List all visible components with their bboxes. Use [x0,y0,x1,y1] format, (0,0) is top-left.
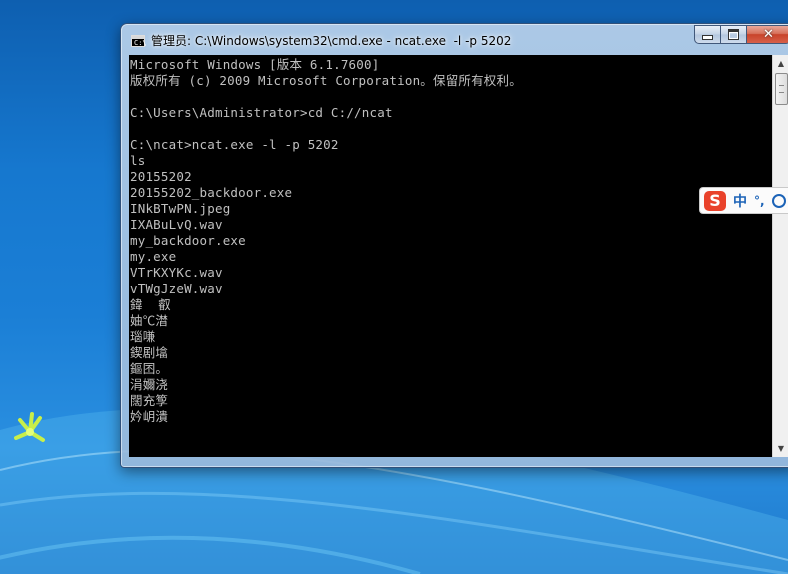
window-title: 管理员: C:\Windows\system32\cmd.exe - ncat.… [151,34,512,48]
console-line: my_backdoor.exe [130,233,246,248]
console-line: 20155202_backdoor.exe [130,185,293,200]
console-line: Microsoft Windows [版本 6.1.7600] [130,57,380,72]
console-line: 鍏 叡 [130,297,171,312]
window-controls: ✕ [694,25,788,45]
console-line: ls [130,153,146,168]
scroll-up-arrow-icon[interactable]: ▲ [773,55,788,72]
console-line: IXABuLvQ.wav [130,217,223,232]
ime-punctuation-toggle[interactable]: °, [754,194,765,208]
console-line: 版权所有 (c) 2009 Microsoft Corporation。保留所有… [130,73,522,88]
smiley-icon[interactable] [771,193,786,208]
scroll-down-arrow-icon[interactable]: ▼ [773,440,788,457]
console-line: 妗岄潰 [130,409,169,424]
minimize-icon [702,35,713,40]
ime-language-toggle[interactable]: 中 [733,191,747,211]
sogou-s-icon[interactable]: S [704,190,726,211]
maximize-button[interactable] [721,25,747,44]
maximize-icon [728,29,739,40]
cmd-icon: C:\ [131,35,147,47]
console-line: 瑙嗛 [130,329,156,344]
console-lines: Microsoft Windows [版本 6.1.7600] 版权所有 (c) … [130,57,522,425]
console-line: 闊充箰 [130,393,169,408]
close-icon: ✕ [763,27,774,42]
vertical-scrollbar[interactable]: ▲ ▼ [772,55,788,457]
console-line: my.exe [130,249,177,264]
close-button[interactable]: ✕ [747,25,788,44]
console-line: 妯℃澘 [130,313,169,328]
minimize-button[interactable] [694,25,721,44]
console-line: C:\Users\Administrator>cd C://ncat [130,105,393,120]
console-line: 鏂囨。 [130,361,169,376]
console-line: INkBTwPN.jpeg [130,201,231,216]
title-bar[interactable]: C:\ 管理员: C:\Windows\system32\cmd.exe - n… [121,24,788,54]
console-line: VTrKXYKc.wav [130,265,223,280]
console-line: vTWgJzeW.wav [130,281,223,296]
console-line: 涓嬭浇 [130,377,169,392]
console-line: 鍥剧墖 [130,345,169,360]
cmd-window[interactable]: C:\ 管理员: C:\Windows\system32\cmd.exe - n… [120,23,788,468]
console-output[interactable]: Microsoft Windows [版本 6.1.7600] 版权所有 (c) … [129,55,772,457]
ime-toolbar[interactable]: S 中 °, [699,187,788,214]
console-line: 20155202 [130,169,192,184]
console-line: C:\ncat>ncat.exe -l -p 5202 [130,137,339,152]
scroll-thumb[interactable] [775,73,788,105]
